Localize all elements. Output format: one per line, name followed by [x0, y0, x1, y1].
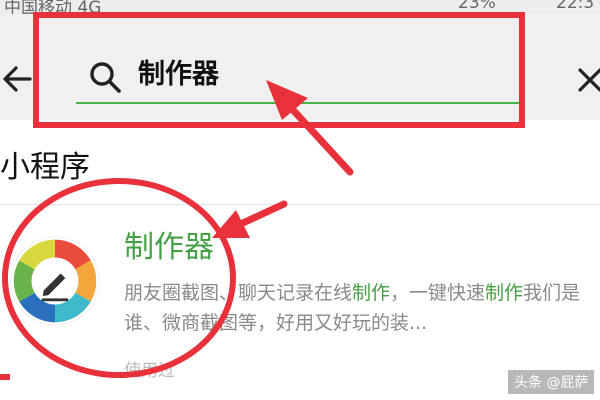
annotation-arrow-result — [212, 200, 288, 238]
annotation-arrow-search — [266, 80, 354, 176]
watermark: 头条 @屁萨 — [508, 370, 595, 394]
annotation-arrows — [212, 80, 354, 238]
annotation-mark — [0, 374, 10, 380]
